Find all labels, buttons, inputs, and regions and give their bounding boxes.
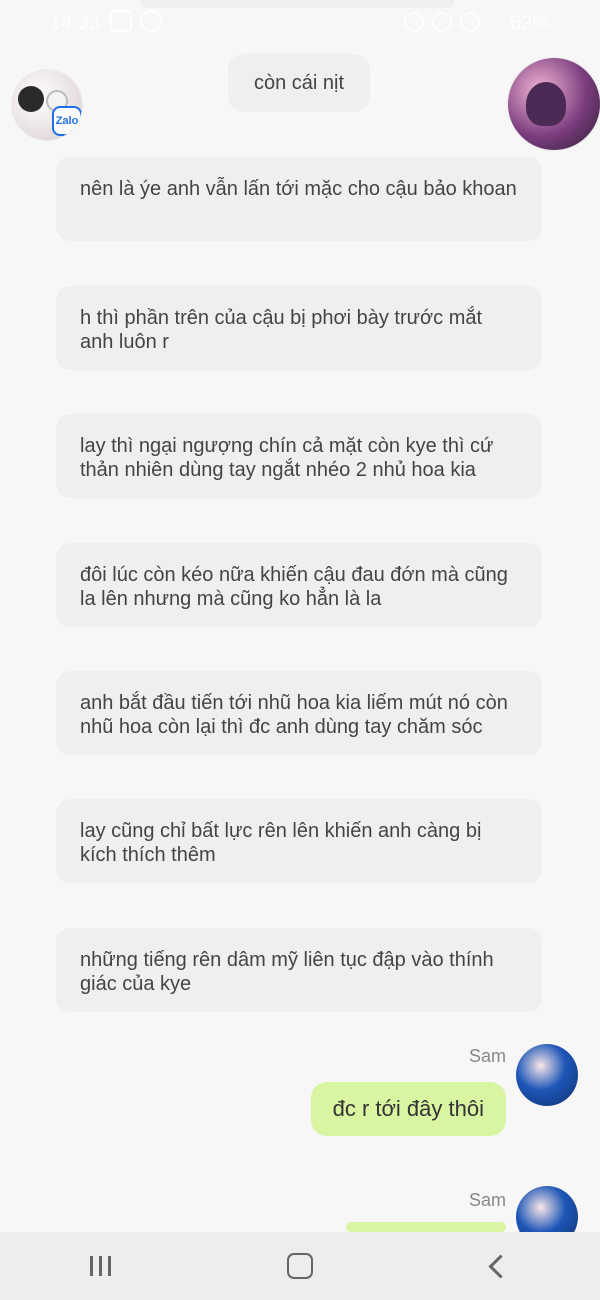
gallery-icon (110, 10, 132, 32)
status-left-icons (110, 10, 162, 32)
system-navigation-bar (0, 1232, 600, 1300)
message-text: đôi lúc còn kéo nữa khiến cậu đau đớn mà… (80, 564, 508, 610)
message-text: lay cũng chỉ bất lực rên lên khiến anh c… (80, 820, 482, 866)
message-text: anh bắt đầu tiến tới nhũ hoa kia liếm mú… (80, 692, 508, 738)
message-bubble[interactable]: những tiếng rên dâm mỹ liên tục đập vào … (56, 928, 542, 1012)
right-avatar-image[interactable] (508, 58, 600, 150)
sam-message-bubble[interactable]: đc r tới đây thôi (310, 1082, 506, 1136)
avatar-face-dark (18, 86, 44, 112)
message-bubble[interactable]: lay cũng chỉ bất lực rên lên khiến anh c… (56, 799, 542, 883)
sender-name: Sam (468, 1046, 506, 1066)
back-button[interactable] (470, 1236, 530, 1296)
status-time: 14:33 (50, 12, 101, 34)
alarm-icon (404, 12, 424, 32)
message-bubble[interactable]: nên là ýe anh vẫn lấn tới mặc cho cậu bả… (56, 157, 542, 241)
recent-apps-button[interactable] (70, 1236, 130, 1296)
top-edge-chip (140, 0, 455, 8)
signal-icon (460, 12, 480, 32)
sender-name: Sam (468, 1190, 506, 1210)
message-text: những tiếng rên dâm mỹ liên tục đập vào … (80, 949, 494, 995)
avatar-hair (526, 82, 566, 126)
recent-apps-icon (89, 1256, 111, 1276)
message-bubble[interactable]: đôi lúc còn kéo nữa khiến cậu đau đớn mà… (56, 543, 542, 627)
home-button[interactable] (270, 1236, 330, 1296)
message-text: h thì phần trên của cậu bị phơi bày trướ… (80, 307, 483, 353)
message-text: lay thì ngại ngượng chín cả mặt còn kye … (80, 435, 494, 481)
status-right-icons (404, 12, 480, 32)
message-bubble[interactable]: h thì phần trên của cậu bị phơi bày trướ… (56, 286, 542, 370)
back-icon (487, 1253, 513, 1279)
sam-avatar[interactable] (516, 1044, 578, 1106)
wifi-icon (432, 12, 452, 32)
zalo-badge-icon: Zalo (52, 106, 82, 136)
battery-percent: 62% (509, 12, 550, 34)
sam-message-text: đc r tới đây thôi (332, 1096, 484, 1121)
left-avatar-image[interactable]: Zalo (12, 70, 82, 140)
home-icon (287, 1253, 313, 1279)
top-pill-text: còn cái nịt (253, 71, 345, 94)
messenger-icon (140, 10, 162, 32)
sam-message-bubble-partial[interactable] (346, 1222, 506, 1232)
message-bubble[interactable]: lay thì ngại ngượng chín cả mặt còn kye … (56, 414, 542, 498)
message-text: nên là ýe anh vẫn lấn tới mặc cho cậu bả… (80, 178, 517, 200)
top-pill-message: còn cái nịt (228, 54, 370, 112)
message-bubble[interactable]: anh bắt đầu tiến tới nhũ hoa kia liếm mú… (56, 671, 542, 755)
